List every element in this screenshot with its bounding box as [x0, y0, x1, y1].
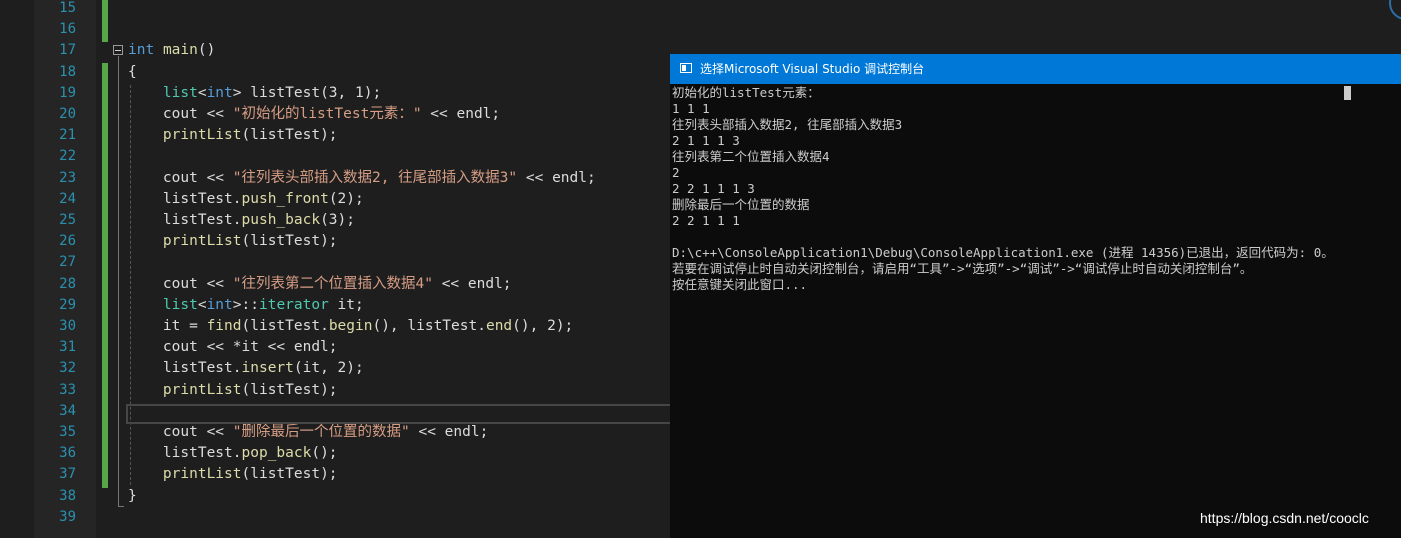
line-number: 25 — [59, 212, 76, 228]
code-text[interactable]: cout << *it << endl; — [128, 337, 338, 358]
line-number: 17 — [59, 42, 76, 59]
line-number: 20 — [59, 106, 76, 122]
code-text[interactable]: cout << "删除最后一个位置的数据" << endl; — [128, 422, 488, 443]
line-number: 24 — [59, 190, 76, 207]
line-number: 38 — [59, 487, 76, 504]
fold-guide-end — [118, 506, 124, 507]
line-number: 22 — [59, 148, 76, 165]
code-text[interactable]: printList(listTest); — [128, 464, 338, 485]
console-line: D:\c++\ConsoleApplication1\Debug\Console… — [672, 245, 1334, 260]
console-line: 往列表头部插入数据2, 往尾部插入数据3 — [672, 117, 903, 132]
console-line: 按任意键关闭此窗口... — [672, 277, 808, 292]
code-text[interactable]: cout << "初始化的listTest元素：" << endl; — [128, 104, 500, 125]
code-text[interactable]: printList(listTest); — [128, 380, 338, 401]
line-number: 33 — [59, 381, 76, 398]
console-output: 初始化的listTest元素： 1 1 1 往列表头部插入数据2, 往尾部插入数据3… — [672, 85, 1400, 293]
watermark-url: https://blog.csdn.net/cooclc — [1200, 510, 1369, 526]
line-number: 37 — [59, 466, 76, 483]
line-number: 32 — [59, 360, 76, 377]
line-number: 21 — [59, 127, 76, 144]
code-text[interactable]: it = find(listTest.begin(), listTest.end… — [128, 316, 573, 337]
line-number: 36 — [59, 445, 76, 462]
change-bar — [102, 0, 108, 42]
current-line-highlight — [126, 404, 686, 424]
line-number: 31 — [59, 339, 76, 356]
code-text[interactable]: list<int>::iterator it; — [128, 295, 364, 316]
console-line: 2 2 1 1 1 — [672, 213, 740, 228]
line-number: 19 — [59, 84, 76, 101]
line-number: 23 — [59, 169, 76, 186]
code-line[interactable]: 16 — [0, 19, 1401, 40]
code-text[interactable]: list<int> listTest(3, 1); — [128, 83, 381, 104]
code-text[interactable]: { — [128, 62, 137, 83]
console-line: 往列表第二个位置插入数据4 — [672, 149, 830, 164]
line-number: 27 — [59, 254, 76, 271]
code-text[interactable]: cout << "往列表第二个位置插入数据4" << endl; — [128, 274, 512, 295]
line-number: 35 — [59, 424, 76, 440]
code-text[interactable]: } — [128, 486, 137, 507]
code-text[interactable]: listTest.pop_back(); — [128, 443, 338, 464]
console-window-icon — [680, 63, 692, 73]
text-cursor — [1344, 86, 1351, 100]
line-number: 30 — [59, 318, 76, 334]
line-number: 39 — [59, 508, 76, 525]
console-line: 1 1 1 — [672, 101, 710, 116]
line-number: 16 — [59, 21, 76, 38]
console-line: 2 1 1 1 3 — [672, 133, 740, 148]
console-line: 2 2 1 1 1 3 — [672, 181, 755, 196]
code-text[interactable]: int main() — [128, 40, 215, 61]
code-text[interactable]: listTest.push_front(2); — [128, 189, 364, 210]
line-number: 18 — [59, 63, 76, 80]
indent-guide — [130, 85, 131, 485]
code-text[interactable]: cout << "往列表头部插入数据2, 往尾部插入数据3" << endl; — [128, 168, 596, 189]
collapse-toggle-icon[interactable] — [113, 45, 123, 55]
console-title: 选择Microsoft Visual Studio 调试控制台 — [700, 62, 925, 76]
code-line[interactable]: 15 — [0, 0, 1401, 19]
debug-console-window[interactable]: 选择Microsoft Visual Studio 调试控制台 初始化的list… — [670, 54, 1401, 538]
code-text[interactable]: listTest.insert(it, 2); — [128, 358, 364, 379]
code-text[interactable]: listTest.push_back(3); — [128, 210, 355, 231]
console-line: 初始化的listTest元素： — [672, 85, 820, 100]
console-line: 删除最后一个位置的数据 — [672, 197, 810, 212]
console-line: 若要在调试停止时自动关闭控制台，请启用“工具”->“选项”->“调试”->“调试… — [672, 261, 1253, 276]
code-text[interactable]: printList(listTest); — [128, 231, 338, 252]
line-number: 15 — [59, 0, 76, 16]
console-title-bar[interactable]: 选择Microsoft Visual Studio 调试控制台 — [670, 54, 1401, 84]
line-number: 34 — [59, 402, 76, 419]
change-bar — [102, 63, 108, 488]
fold-guide — [118, 56, 119, 506]
console-line: 2 — [672, 165, 680, 180]
line-number: 26 — [59, 233, 76, 250]
line-number: 28 — [59, 275, 76, 292]
code-text[interactable]: printList(listTest); — [128, 125, 338, 146]
line-number: 29 — [59, 296, 76, 313]
